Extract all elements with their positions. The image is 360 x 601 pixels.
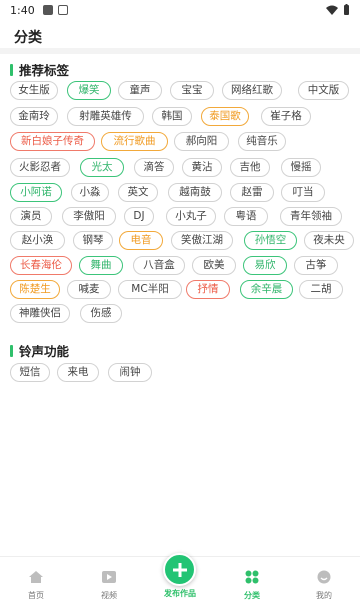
tag-item[interactable]: 小淼 <box>71 183 109 202</box>
tag-item[interactable]: 泰国歌 <box>201 107 249 126</box>
tag-item[interactable]: 笑傲江湖 <box>171 231 233 250</box>
tag-item[interactable]: 纯音乐 <box>238 132 286 151</box>
ringtone-call-button[interactable]: 来电 <box>57 363 99 382</box>
publish-label: 发布作品 <box>164 589 196 598</box>
tag-item[interactable]: 黄沾 <box>182 158 222 177</box>
section-marker <box>10 63 13 76</box>
nav-home-label: 首页 <box>28 591 44 600</box>
tag-item[interactable]: 宝宝 <box>170 81 214 100</box>
status-bar: 1:40 <box>0 0 360 20</box>
tag-item[interactable]: 崔子格 <box>261 107 311 126</box>
tag-item[interactable]: 越南鼓 <box>168 183 222 202</box>
tag-item[interactable]: DJ <box>124 207 154 226</box>
tag-item[interactable]: 舞曲 <box>79 256 123 275</box>
tag-item[interactable]: 演员 <box>10 207 52 226</box>
tag-item[interactable]: 夜未央 <box>304 231 354 250</box>
tag-item[interactable]: 欧美 <box>192 256 236 275</box>
wifi-icon <box>326 5 338 15</box>
plus-icon <box>172 562 187 577</box>
tag-item[interactable]: 喊麦 <box>67 280 111 299</box>
nav-mine[interactable]: 我的 <box>299 569 349 601</box>
tag-item[interactable]: 童声 <box>118 81 162 100</box>
section-title-text: 铃声功能 <box>19 344 70 359</box>
profile-face-icon <box>317 570 331 584</box>
tag-item[interactable]: 英文 <box>118 183 158 202</box>
nav-category-label: 分类 <box>244 591 260 600</box>
tag-item[interactable]: 金南玲 <box>10 107 58 126</box>
tag-item[interactable]: 韩国 <box>152 107 192 126</box>
tag-item[interactable]: 易欣 <box>243 256 287 275</box>
tag-item[interactable]: 青年领袖 <box>280 207 342 226</box>
tag-item[interactable]: 古筝 <box>294 256 338 275</box>
tag-item[interactable]: 钢琴 <box>73 231 113 250</box>
ringtone-functions-title: 铃声功能 <box>10 341 69 360</box>
tag-item[interactable]: 射雕英雄传 <box>67 107 144 126</box>
page-title: 分类 <box>14 30 42 46</box>
nav-home[interactable]: 首页 <box>11 569 61 601</box>
section-marker <box>10 344 13 357</box>
video-play-icon <box>102 571 116 583</box>
category-grid-icon <box>245 570 259 584</box>
tag-item[interactable]: 火影忍者 <box>10 158 70 177</box>
notification-icon <box>42 5 53 15</box>
ringtone-alarm-button[interactable]: 闹钟 <box>108 363 152 382</box>
tag-item[interactable]: 伤感 <box>80 304 122 323</box>
nav-mine-label: 我的 <box>316 591 332 600</box>
nav-video-label: 视频 <box>101 591 117 600</box>
tag-item[interactable]: 八音盒 <box>133 256 185 275</box>
tag-item[interactable]: 电音 <box>119 231 163 250</box>
tag-item[interactable]: 神雕侠侣 <box>10 304 70 323</box>
tag-item[interactable]: 小丸子 <box>166 207 216 226</box>
tag-item[interactable]: 二胡 <box>299 280 343 299</box>
tag-item[interactable]: 叮当 <box>281 183 325 202</box>
tag-item[interactable]: 滴答 <box>134 158 174 177</box>
tag-item[interactable]: 新白娘子传奇 <box>10 132 95 151</box>
home-icon <box>29 571 43 583</box>
tag-item[interactable]: 长春海伦 <box>10 256 72 275</box>
header-divider <box>0 48 360 54</box>
tag-item[interactable]: 赵小涣 <box>10 231 65 250</box>
notification-a-icon <box>57 5 68 15</box>
nav-category[interactable]: 分类 <box>227 569 277 601</box>
tag-item[interactable]: 吉他 <box>230 158 270 177</box>
tag-item[interactable]: 李傲阳 <box>62 207 116 226</box>
tag-item[interactable]: 网络红歌 <box>222 81 282 100</box>
tag-item[interactable]: 粤语 <box>224 207 268 226</box>
tag-item[interactable]: 慢摇 <box>281 158 321 177</box>
recommended-tags-title: 推荐标签 <box>10 60 69 79</box>
tag-item[interactable]: 陈楚生 <box>10 280 60 299</box>
tag-item[interactable]: 孙悟空 <box>244 231 297 250</box>
nav-video[interactable]: 视频 <box>84 569 134 601</box>
tag-item[interactable]: 爆笑 <box>67 81 111 100</box>
tag-item[interactable]: 赵雷 <box>230 183 274 202</box>
tag-item[interactable]: 小阿诺 <box>10 183 62 202</box>
tag-item[interactable]: 中文版 <box>298 81 349 100</box>
section-title-text: 推荐标签 <box>19 63 70 78</box>
tag-item[interactable]: 郝向阳 <box>174 132 229 151</box>
status-time: 1:40 <box>10 3 35 17</box>
battery-icon <box>344 4 349 15</box>
tag-item[interactable]: 抒情 <box>186 280 230 299</box>
ringtone-sms-button[interactable]: 短信 <box>10 363 50 382</box>
tag-item[interactable]: MC半阳 <box>118 280 182 299</box>
publish-button[interactable] <box>163 553 196 586</box>
tag-item[interactable]: 余辛晨 <box>240 280 293 299</box>
tag-item[interactable]: 女生版 <box>10 81 58 100</box>
tag-item[interactable]: 光太 <box>80 158 124 177</box>
tag-item[interactable]: 流行歌曲 <box>101 132 168 151</box>
